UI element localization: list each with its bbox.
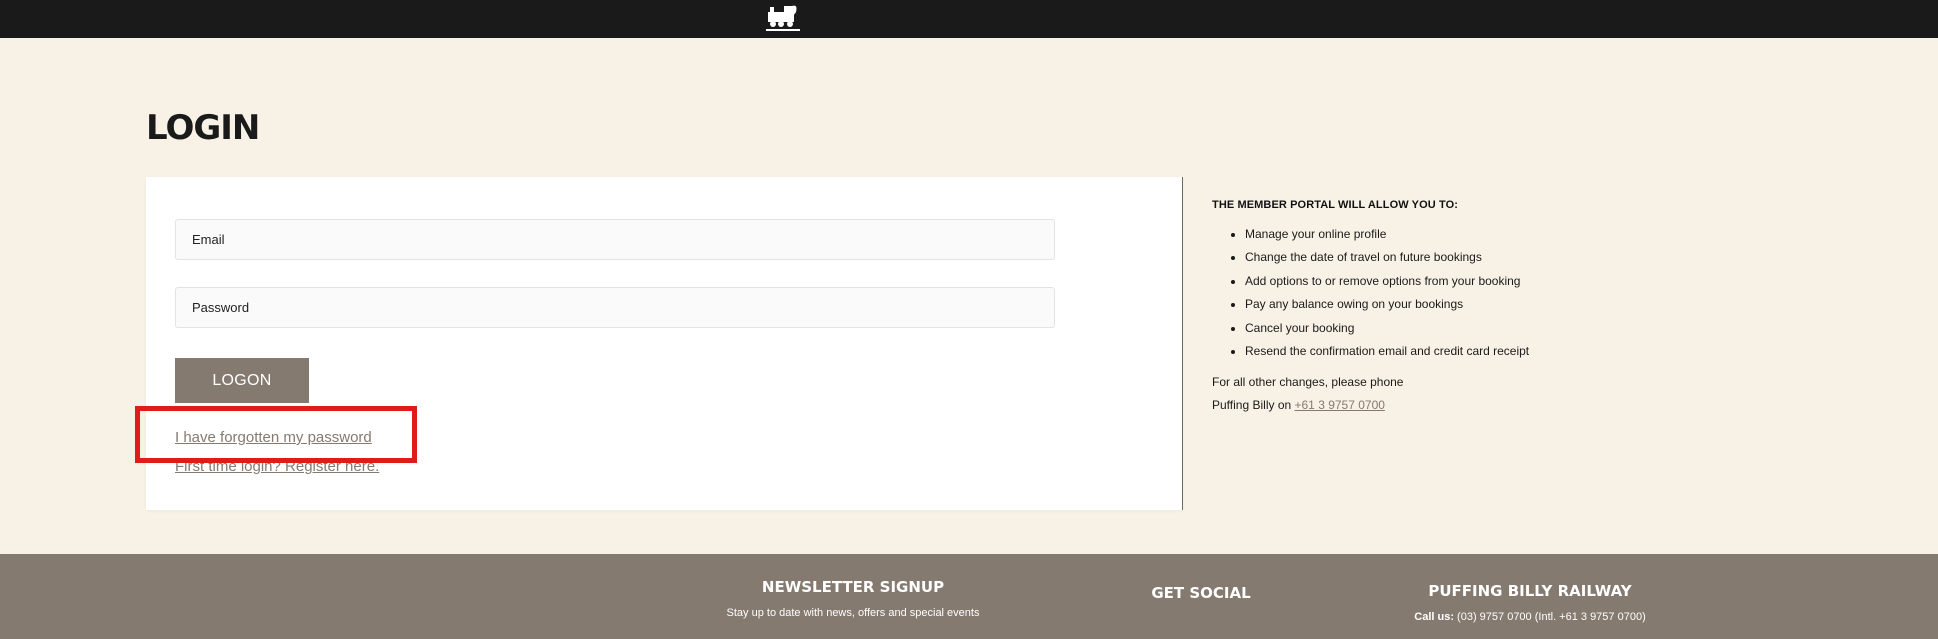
railway-heading: PUFFING BILLY RAILWAY [1428, 582, 1632, 600]
highlight-box [135, 406, 417, 463]
info-note-line2: Puffing Billy on +61 3 9757 0700 [1212, 394, 1912, 417]
newsletter-heading: NEWSLETTER SIGNUP [761, 578, 945, 596]
panel-divider [1182, 177, 1183, 510]
top-bar [0, 0, 1938, 38]
info-heading: THE MEMBER PORTAL WILL ALLOW YOU TO: [1212, 199, 1458, 211]
list-item: Resend the confirmation email and credit… [1245, 340, 1912, 363]
list-item: Pay any balance owing on your bookings [1245, 293, 1912, 316]
member-portal-info: THE MEMBER PORTAL WILL ALLOW YOU TO: Man… [1212, 199, 1912, 417]
railway-contact: Call us: (03) 9757 0700 (Intl. +61 3 975… [1414, 611, 1645, 623]
info-note-prefix: Puffing Billy on [1212, 398, 1295, 413]
list-item: Manage your online profile [1245, 223, 1912, 246]
phone-link[interactable]: +61 3 9757 0700 [1295, 398, 1385, 412]
info-list: Manage your online profile Change the da… [1212, 223, 1912, 363]
info-note: For all other changes, please phone Puff… [1212, 371, 1912, 417]
call-text: (03) 9757 0700 (Intl. +61 3 9757 0700) [1454, 611, 1646, 623]
list-item: Cancel your booking [1245, 317, 1912, 340]
page-title: LOGIN [146, 108, 260, 148]
password-input[interactable] [175, 287, 1055, 328]
footer: NEWSLETTER SIGNUP Stay up to date with n… [0, 554, 1938, 639]
call-label: Call us: [1414, 611, 1454, 623]
email-input[interactable] [175, 219, 1055, 260]
list-item: Add options to or remove options from yo… [1245, 270, 1912, 293]
logon-button[interactable]: LOGON [175, 358, 309, 403]
social-heading: GET SOCIAL [1151, 584, 1251, 602]
list-item: Change the date of travel on future book… [1245, 246, 1912, 269]
info-note-line1: For all other changes, please phone [1212, 375, 1404, 390]
steam-train-logo-icon[interactable] [764, 2, 804, 34]
newsletter-text: Stay up to date with news, offers and sp… [726, 607, 980, 619]
